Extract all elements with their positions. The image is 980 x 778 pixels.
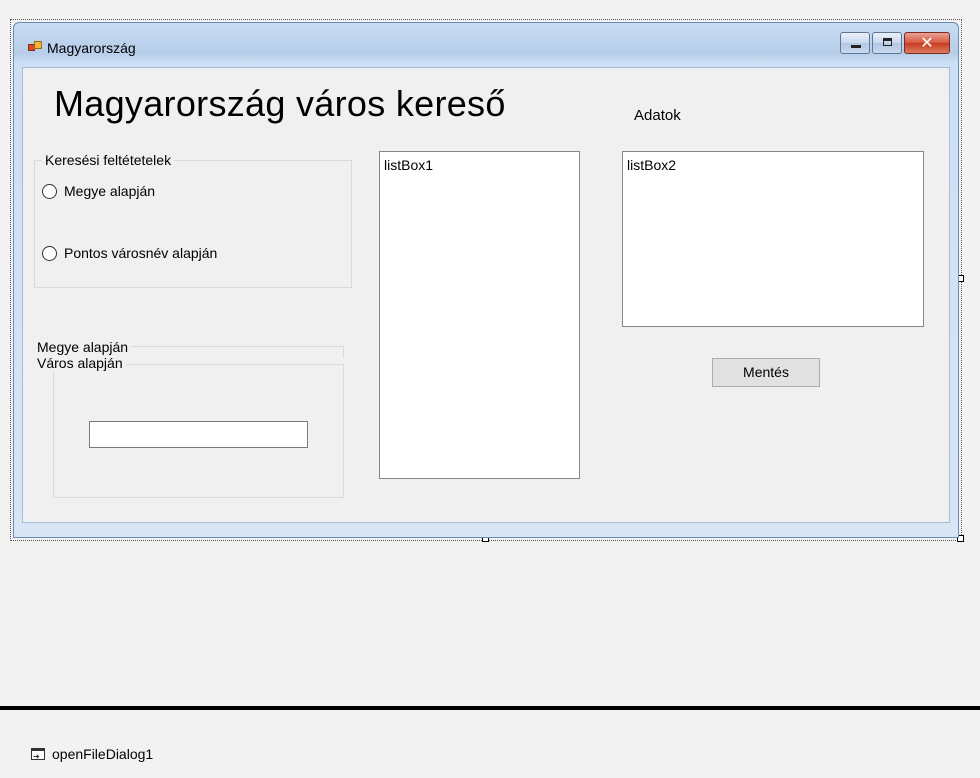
listbox2-name: listBox2 bbox=[627, 157, 677, 173]
minimize-icon bbox=[851, 45, 861, 48]
designer-surface: Magyarország ✕ Magyarország város kereső… bbox=[0, 0, 980, 706]
save-button[interactable]: Mentés bbox=[712, 358, 820, 387]
component-tray: ➜ openFileDialog1 bbox=[0, 710, 980, 778]
maximize-icon bbox=[883, 38, 892, 46]
search-criteria-group: Keresési feltétetelek Megye alapján Pont… bbox=[34, 152, 352, 288]
window-title: Magyarország bbox=[47, 40, 136, 56]
windows-form-icon bbox=[28, 41, 42, 53]
open-file-dialog-icon: ➜ bbox=[30, 747, 46, 761]
radio-button-circle[interactable] bbox=[42, 183, 57, 199]
adatok-label: Adatok bbox=[634, 107, 681, 124]
radio-megye-label: Megye alapján bbox=[64, 183, 156, 199]
listbox1-name: listBox1 bbox=[384, 157, 434, 173]
listbox2[interactable]: listBox2 bbox=[622, 151, 924, 327]
radio-pontos-label: Pontos városnév alapján bbox=[64, 245, 218, 261]
search-criteria-legend: Keresési feltétetelek bbox=[42, 152, 175, 168]
listbox1[interactable]: listBox1 bbox=[379, 151, 580, 479]
form-client-area: Magyarország város kereső Adatok Keresés… bbox=[22, 67, 950, 523]
radio-pontos-varosnev[interactable]: Pontos városnév alapján bbox=[42, 245, 217, 261]
close-icon: ✕ bbox=[920, 33, 934, 52]
varos-textbox[interactable] bbox=[89, 421, 308, 448]
megye-group-legend: Megye alapján bbox=[34, 339, 132, 355]
caption-buttons: ✕ bbox=[840, 32, 950, 56]
title-bar[interactable]: Magyarország ✕ bbox=[14, 23, 958, 67]
form-heading: Magyarország város kereső bbox=[54, 83, 506, 124]
radio-megye[interactable]: Megye alapján bbox=[42, 183, 155, 199]
varos-group-legend: Város alapján bbox=[34, 355, 126, 371]
radio-button-circle[interactable] bbox=[42, 245, 57, 261]
minimize-button[interactable] bbox=[840, 32, 870, 54]
maximize-button[interactable] bbox=[872, 32, 902, 54]
varos-group: Város alapján bbox=[34, 355, 344, 498]
close-button[interactable]: ✕ bbox=[904, 32, 950, 54]
open-file-dialog-component[interactable]: ➜ openFileDialog1 bbox=[30, 746, 153, 762]
form-window[interactable]: Magyarország ✕ Magyarország város kereső… bbox=[13, 22, 959, 538]
open-file-dialog-label: openFileDialog1 bbox=[52, 746, 154, 762]
